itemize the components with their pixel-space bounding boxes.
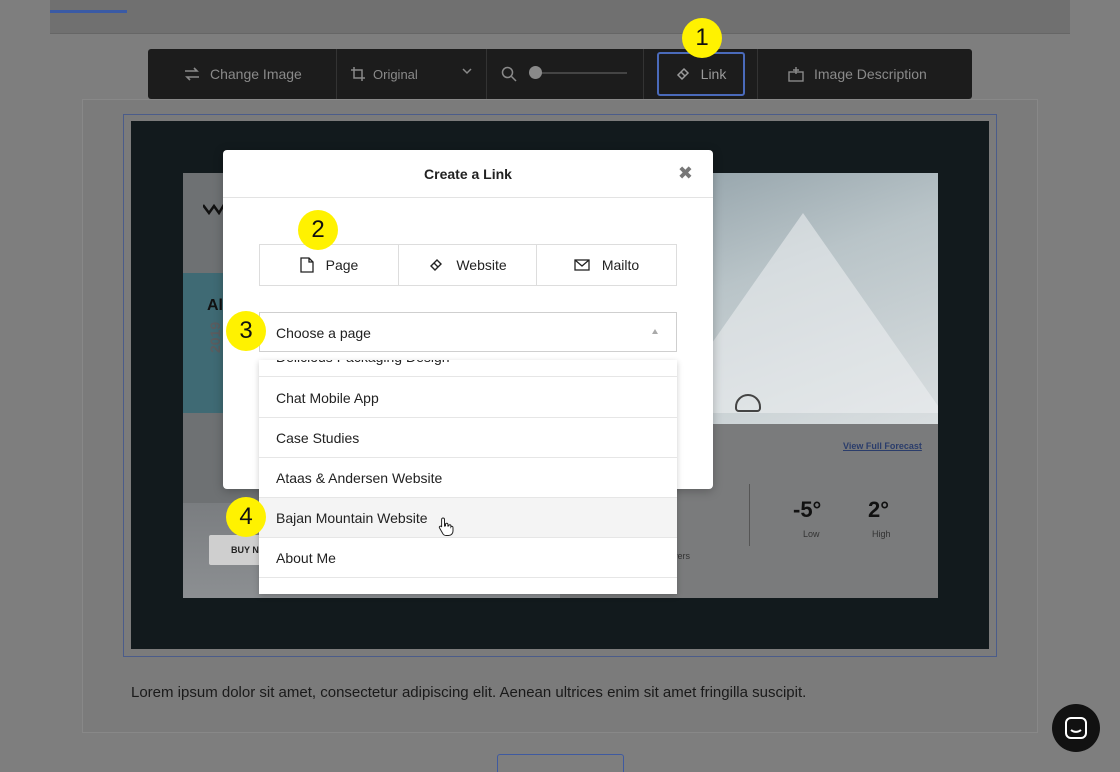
mail-icon	[574, 259, 590, 271]
dropdown-item[interactable]: About Me	[259, 538, 677, 578]
dropdown-item-hovered[interactable]: Bajan Mountain Website	[259, 498, 677, 538]
zoom-slider-track[interactable]	[535, 72, 627, 74]
temp-high-label: High	[872, 529, 891, 539]
dropdown-item[interactable]	[259, 578, 677, 594]
tab-website-label: Website	[456, 257, 507, 273]
forecast-divider	[749, 484, 750, 546]
dropdown-item[interactable]: Ataas & Andersen Website	[259, 458, 677, 498]
active-tab-indicator	[50, 10, 127, 13]
crop-select[interactable]: Original	[337, 49, 487, 99]
page-select[interactable]: Choose a page	[259, 312, 677, 352]
image-description-label: Image Description	[814, 66, 927, 82]
tab-page-label: Page	[325, 257, 359, 273]
step-badge-3: 3	[226, 311, 266, 351]
dropdown-item[interactable]: Chat Mobile App	[259, 378, 677, 418]
zoom-slider-handle[interactable]	[529, 66, 542, 79]
link-type-tabs: Page Website Mailto	[259, 244, 677, 286]
link-button[interactable]: Link	[656, 52, 745, 96]
tab-mailto[interactable]: Mailto	[537, 245, 676, 285]
temp-low-label: Low	[803, 529, 820, 539]
close-icon[interactable]: ✖	[678, 163, 693, 183]
add-block-button[interactable]	[497, 754, 624, 772]
image-description-button[interactable]: Image Description	[758, 49, 972, 99]
zoom-control	[487, 49, 644, 99]
image-toolbar: Change Image Original Link Image Descrip…	[148, 49, 972, 99]
modal-header: Create a Link ✖	[223, 150, 713, 198]
chevron-down-icon	[462, 68, 472, 75]
page-dropdown-list[interactable]: Delicious Packaging Design Chat Mobile A…	[259, 360, 677, 594]
dropdown-item[interactable]: Case Studies	[259, 418, 677, 458]
chat-icon	[1065, 717, 1087, 739]
modal-title: Create a Link	[424, 166, 512, 182]
chat-launcher-button[interactable]	[1052, 704, 1100, 752]
zoom-icon	[501, 66, 517, 82]
editor-top-bar	[50, 0, 1070, 34]
image-description-icon	[788, 67, 804, 82]
crop-value: Original	[373, 66, 418, 82]
hand-cursor-icon	[438, 517, 454, 536]
preview-year: 2019	[207, 321, 223, 353]
change-image-label: Change Image	[210, 66, 302, 82]
temp-high: 2°	[868, 497, 890, 522]
change-image-button[interactable]: Change Image	[148, 49, 337, 99]
temp-low: -5°	[793, 497, 822, 522]
preview-heading-fragment: Al	[207, 297, 223, 314]
dropdown-item[interactable]: Delicious Packaging Design	[259, 360, 677, 377]
tab-page[interactable]: Page	[260, 245, 399, 285]
image-caption[interactable]: Lorem ipsum dolor sit amet, consectetur …	[131, 684, 806, 701]
link-icon	[676, 67, 689, 81]
view-full-forecast-link: View Full Forecast	[843, 441, 922, 451]
crop-icon	[351, 67, 365, 81]
step-badge-1: 1	[682, 18, 722, 58]
tab-mailto-label: Mailto	[601, 257, 640, 273]
swap-icon	[185, 67, 199, 81]
step-badge-2: 2	[298, 210, 338, 250]
link-label: Link	[700, 66, 727, 82]
caret-up-icon	[652, 329, 658, 334]
logo-icon	[203, 202, 225, 215]
tab-website[interactable]: Website	[399, 245, 537, 285]
step-badge-4: 4	[226, 497, 266, 537]
page-select-value: Choose a page	[276, 325, 371, 341]
link-icon	[430, 259, 443, 271]
page-icon	[299, 257, 314, 273]
